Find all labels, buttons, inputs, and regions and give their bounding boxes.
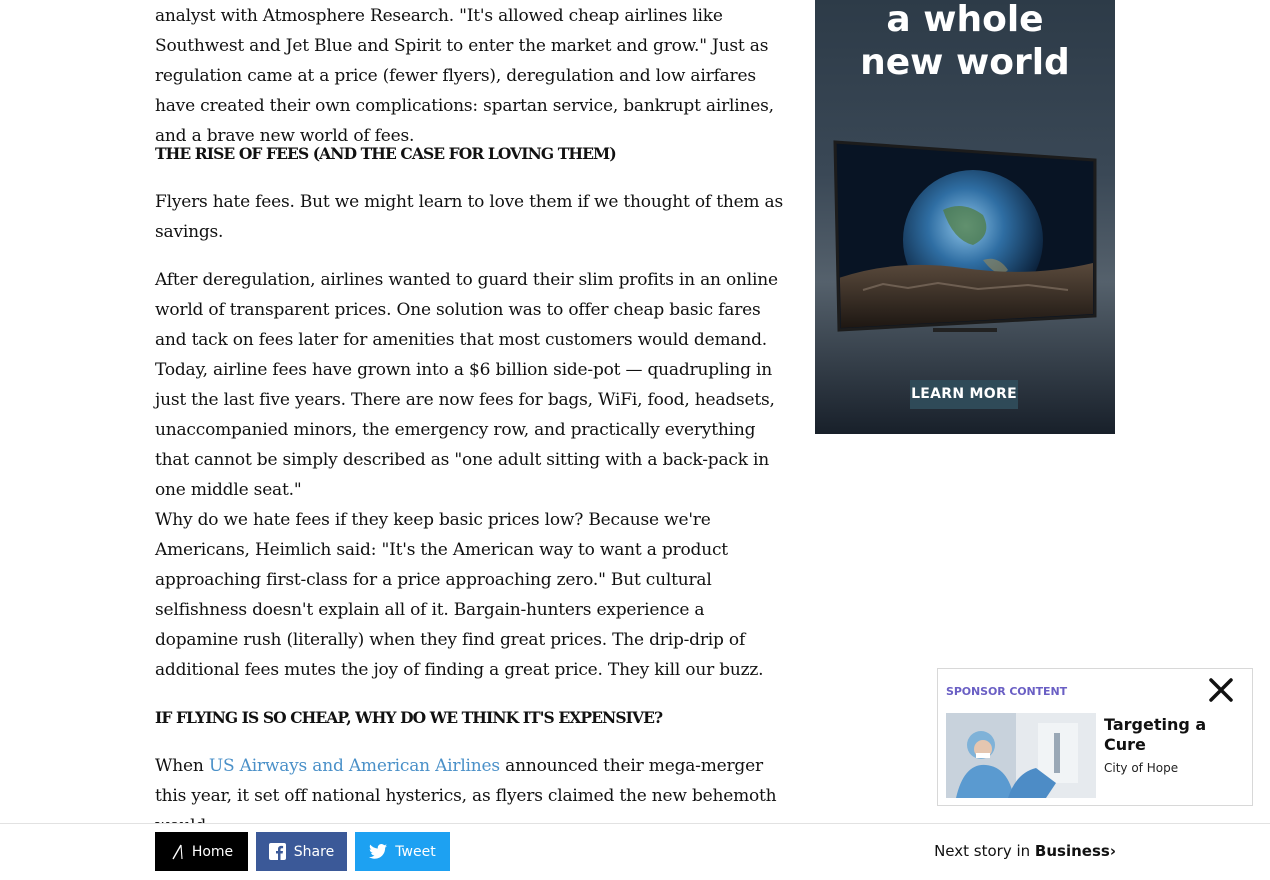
home-label: Home (191, 843, 234, 860)
twitter-icon (369, 844, 388, 859)
merger-article-link[interactable]: US Airways and American Airlines (209, 756, 500, 776)
next-story-prefix: Next story in (934, 842, 1035, 860)
paragraph-text: When (155, 756, 209, 776)
share-button[interactable]: Share (256, 832, 347, 871)
logo-slash-icon (172, 844, 183, 859)
home-button[interactable]: Home (155, 832, 248, 871)
sponsor-thumbnail[interactable] (946, 713, 1096, 798)
sponsor-source: City of Hope (1104, 761, 1179, 775)
learn-more-button[interactable]: LEARN MORE (910, 380, 1018, 409)
bottom-toolbar: Home Share Tweet Next story in Business› (0, 823, 1270, 880)
tweet-label: Tweet (395, 843, 436, 860)
next-story-section: Business (1034, 842, 1110, 860)
next-story-link[interactable]: Next story in Business› (934, 842, 1116, 860)
chevron-right-icon: › (1109, 842, 1116, 860)
facebook-icon (268, 843, 286, 860)
article-paragraph: After deregulation, airlines wanted to g… (155, 270, 778, 500)
article-paragraph: analyst with Atmosphere Research. "It's … (155, 6, 774, 146)
ad-headline: a whole new world (860, 0, 1070, 83)
sponsor-title[interactable]: Targeting a Cure (1104, 715, 1244, 755)
section-heading: The Rise of Fees (and the Case for Lovin… (155, 144, 617, 163)
tweet-button[interactable]: Tweet (355, 832, 450, 871)
article-paragraph: Why do we hate fees if they keep basic p… (155, 510, 764, 680)
section-heading: If Flying Is So Cheap, Why Do We Think I… (155, 708, 663, 727)
ad-tv-image (833, 140, 1097, 332)
article-paragraph: Flyers hate fees. But we might learn to … (155, 192, 784, 242)
display-ad[interactable]: a whole new world LEARN MORE (815, 0, 1115, 434)
sponsor-card[interactable]: SPONSOR CONTENT Targeting a Cure City of… (937, 668, 1253, 806)
share-label: Share (293, 843, 335, 860)
close-icon[interactable] (1206, 675, 1236, 705)
sponsor-label: SPONSOR CONTENT (946, 685, 1067, 698)
